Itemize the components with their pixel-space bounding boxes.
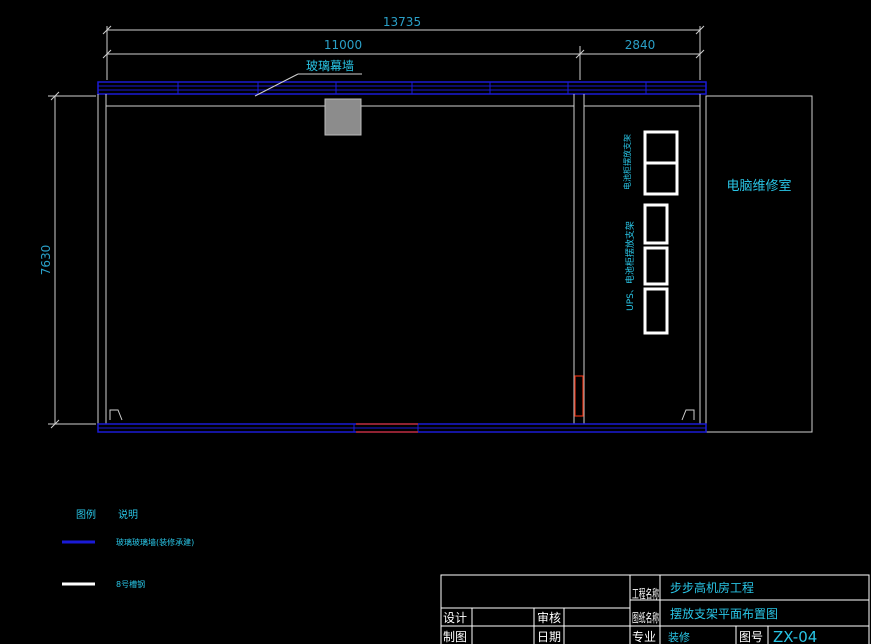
legend-desc-channel-steel: 8号槽钢 [116, 579, 145, 589]
rack-label-top: 电池柜摆放支架 [622, 134, 632, 190]
major-value: 装修 [668, 630, 690, 644]
rack-label-bottom: UPS、电池柜摆放支架 [624, 221, 636, 311]
review-label: 审核 [537, 610, 561, 625]
draw-label: 制图 [443, 630, 467, 644]
room-walls [97, 94, 813, 433]
drawing-name-label: 图纸名称 [632, 610, 659, 625]
dim-right-width: 2840 [625, 38, 656, 52]
glass-wall-label: 玻璃幕墙 [306, 59, 354, 73]
rack-supports [643, 130, 679, 335]
glass-wall-bottom [97, 423, 707, 433]
glass-wall-leader [254, 73, 299, 97]
drawing-no-label: 图号 [739, 630, 763, 644]
drawing-name: 摆放支架平面布置图 [670, 606, 778, 621]
legend: 图例 说明 玻璃玻璃墙(装修承建) 8号槽钢 [62, 508, 194, 589]
rack-frame-3 [643, 246, 669, 286]
floor-plan-drawing: 13735 11000 2840 7630 玻璃幕墙 电池柜摆放支架 UPS、电… [39, 15, 870, 644]
dim-total-width: 13735 [383, 15, 421, 29]
project-name-label: 工程名称 [632, 586, 659, 601]
repair-room-label: 电脑维修室 [726, 178, 791, 194]
dim-height: 7630 [39, 245, 53, 276]
drawing-no: ZX-04 [773, 628, 817, 644]
major-label: 专业 [632, 629, 656, 644]
structural-column [324, 98, 362, 136]
rack-frame-4 [643, 287, 669, 335]
legend-header-desc: 说明 [118, 508, 138, 521]
glass-curtain-wall-top [97, 81, 707, 95]
legend-header-symbol: 图例 [76, 508, 96, 521]
rack-frame-2 [643, 203, 669, 245]
dim-left-width: 11000 [324, 38, 362, 52]
partition-door [574, 375, 584, 417]
project-name: 步步高机房工程 [670, 580, 754, 595]
legend-desc-glass-wall: 玻璃玻璃墙(装修承建) [116, 537, 194, 547]
date-label: 日期 [537, 630, 561, 644]
design-label: 设计 [443, 611, 467, 625]
